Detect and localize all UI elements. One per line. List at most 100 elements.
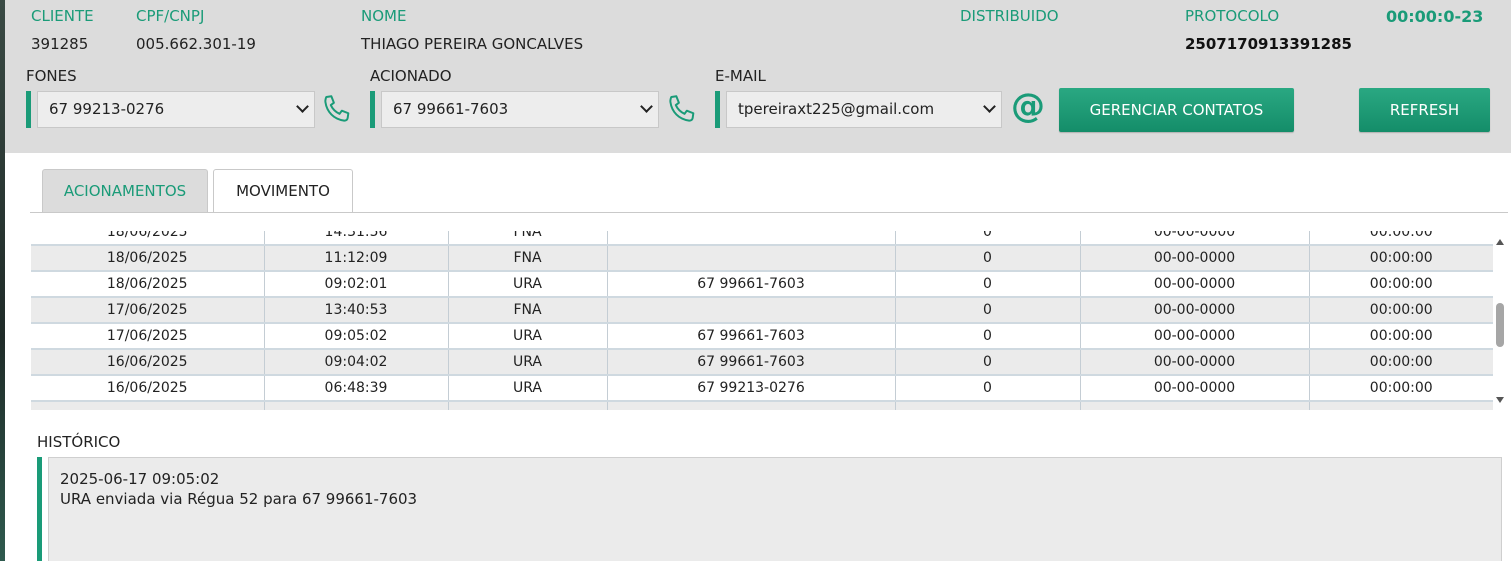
- table-cell: 17/06/2025: [31, 323, 265, 350]
- acionado-accent-bar: [370, 91, 375, 128]
- table-cell: FNA: [448, 297, 608, 324]
- table-cell: 13:40:53: [264, 297, 449, 324]
- historico-line: 2025-06-17 09:05:02: [60, 470, 220, 488]
- email-accent-bar: [715, 91, 720, 128]
- table-cell: 14:31:56: [264, 231, 449, 246]
- table-cell: 00-00-0000: [1080, 231, 1310, 246]
- table-cell: 06:48:39: [264, 375, 449, 402]
- call-timer: 00:00:0-23: [1386, 7, 1484, 26]
- table-scrollbar[interactable]: [1493, 235, 1507, 410]
- table-row[interactable]: 16/06/2025 06:48:39 URA 67 99213-0276 0 00-00…: [31, 375, 1493, 402]
- table-cell: 16/06/2025: [31, 375, 265, 402]
- table-cell: 18/06/2025: [31, 231, 265, 246]
- table-row[interactable]: 17/06/2025 13:40:53 FNA 0 00-00-0000 00:00:00: [31, 297, 1493, 324]
- table-cell: 00:00:00: [1309, 271, 1493, 298]
- cpf-cnpj-value: 005.662.301-19: [136, 35, 256, 53]
- historico-label: HISTÓRICO: [37, 433, 121, 451]
- email-select[interactable]: tpereiraxt225@gmail.com: [726, 91, 1002, 128]
- acionado-label: ACIONADO: [370, 67, 452, 85]
- acionamentos-table: 18/06/2025 14:31:56 FNA 0 00-00-0000 00:00:00…: [31, 231, 1493, 410]
- table-cell: 09:02:01: [264, 271, 449, 298]
- table-cell: [1080, 401, 1310, 410]
- phone-call-icon[interactable]: [320, 92, 354, 126]
- table-cell: 00:00:00: [1309, 231, 1493, 246]
- tab-divider: [30, 212, 1508, 213]
- table-cell: [264, 401, 449, 410]
- table-cell: 09:05:02: [264, 323, 449, 350]
- historico-line: URA enviada via Régua 52 para 67 99661-7…: [60, 490, 418, 508]
- table-cell: 0: [895, 271, 1081, 298]
- table-row[interactable]: 18/06/2025 11:12:09 FNA 0 00-00-0000 00:00:00: [31, 245, 1493, 272]
- chevron-down-icon: [640, 100, 653, 113]
- fones-label: FONES: [26, 67, 77, 85]
- table-cell: 00-00-0000: [1080, 297, 1310, 324]
- table-row[interactable]: 18/06/2025 09:02:01 URA 67 99661-7603 0 00-00…: [31, 271, 1493, 298]
- table-cell: 09:04:02: [264, 349, 449, 376]
- refresh-button[interactable]: REFRESH: [1359, 88, 1490, 132]
- cliente-value: 391285: [31, 35, 89, 53]
- table-row[interactable]: 18/06/2025 14:31:56 FNA 0 00-00-0000 00:00:00: [31, 231, 1493, 246]
- historico-textbox[interactable]: 2025-06-17 09:05:02 URA enviada via Régu…: [48, 457, 1502, 561]
- table-cell: 0: [895, 323, 1081, 350]
- table-cell: 18/06/2025: [31, 271, 265, 298]
- table-cell: 00-00-0000: [1080, 323, 1310, 350]
- scrollbar-thumb[interactable]: [1496, 303, 1504, 347]
- table-cell: 00-00-0000: [1080, 375, 1310, 402]
- nome-label: NOME: [361, 7, 407, 25]
- protocolo-label: PROTOCOLO: [1185, 7, 1280, 25]
- table-cell: [1309, 401, 1493, 410]
- table-cell: 67 99661-7603: [607, 323, 896, 350]
- table-cell: [895, 401, 1081, 410]
- table-cell: 00-00-0000: [1080, 271, 1310, 298]
- client-header: CLIENTE 391285 CPF/CNPJ 005.662.301-19 N…: [5, 0, 1511, 153]
- table-row[interactable]: [31, 401, 1493, 410]
- table-cell: URA: [448, 271, 608, 298]
- table-cell: 00-00-0000: [1080, 245, 1310, 272]
- table-cell: 0: [895, 375, 1081, 402]
- table-cell: 11:12:09: [264, 245, 449, 272]
- table-cell: [607, 297, 896, 324]
- phone-call-icon[interactable]: [665, 92, 699, 126]
- table-cell: 0: [895, 231, 1081, 246]
- acionado-selected-value: 67 99661-7603: [393, 100, 509, 118]
- distribuido-label: DISTRIBUIDO: [960, 7, 1059, 25]
- table-cell: 00:00:00: [1309, 349, 1493, 376]
- table-body: 18/06/2025 14:31:56 FNA 0 00-00-0000 00:00:00…: [31, 231, 1493, 410]
- table-cell: 00:00:00: [1309, 245, 1493, 272]
- fones-select[interactable]: 67 99213-0276: [37, 91, 315, 128]
- table-cell: 67 99661-7603: [607, 349, 896, 376]
- cpf-cnpj-label: CPF/CNPJ: [136, 7, 205, 25]
- table-cell: 00:00:00: [1309, 297, 1493, 324]
- table-cell: URA: [448, 349, 608, 376]
- table-cell: 16/06/2025: [31, 349, 265, 376]
- table-cell: [607, 231, 896, 246]
- table-cell: 67 99661-7603: [607, 271, 896, 298]
- table-cell: URA: [448, 375, 608, 402]
- table-row[interactable]: 16/06/2025 09:04:02 URA 67 99661-7603 0 00-00…: [31, 349, 1493, 376]
- table-cell: 0: [895, 349, 1081, 376]
- email-at-icon[interactable]: @: [1011, 86, 1045, 126]
- tab-movimento[interactable]: MOVIMENTO: [213, 169, 353, 212]
- table-cell: [607, 401, 896, 410]
- table-cell: [31, 401, 265, 410]
- email-label: E-MAIL: [715, 67, 766, 85]
- table-row[interactable]: 17/06/2025 09:05:02 URA 67 99661-7603 0 00-00…: [31, 323, 1493, 350]
- table-cell: URA: [448, 323, 608, 350]
- scroll-up-arrow-icon[interactable]: [1496, 239, 1504, 245]
- fones-accent-bar: [26, 91, 31, 128]
- table-cell: [607, 245, 896, 272]
- table-cell: 0: [895, 245, 1081, 272]
- nome-value: THIAGO PEREIRA GONCALVES: [361, 35, 584, 53]
- chevron-down-icon: [296, 100, 309, 113]
- tab-acionamentos[interactable]: ACIONAMENTOS: [42, 169, 208, 212]
- table-cell: 00:00:00: [1309, 375, 1493, 402]
- historico-accent-bar: [37, 457, 42, 561]
- scroll-down-arrow-icon[interactable]: [1496, 397, 1504, 403]
- table-cell: 17/06/2025: [31, 297, 265, 324]
- email-selected-value: tpereiraxt225@gmail.com: [738, 100, 935, 118]
- table-cell: FNA: [448, 245, 608, 272]
- table-cell: 00:00:00: [1309, 323, 1493, 350]
- acionado-select[interactable]: 67 99661-7603: [381, 91, 659, 128]
- gerenciar-contatos-button[interactable]: GERENCIAR CONTATOS: [1059, 88, 1294, 132]
- table-cell: [448, 401, 608, 410]
